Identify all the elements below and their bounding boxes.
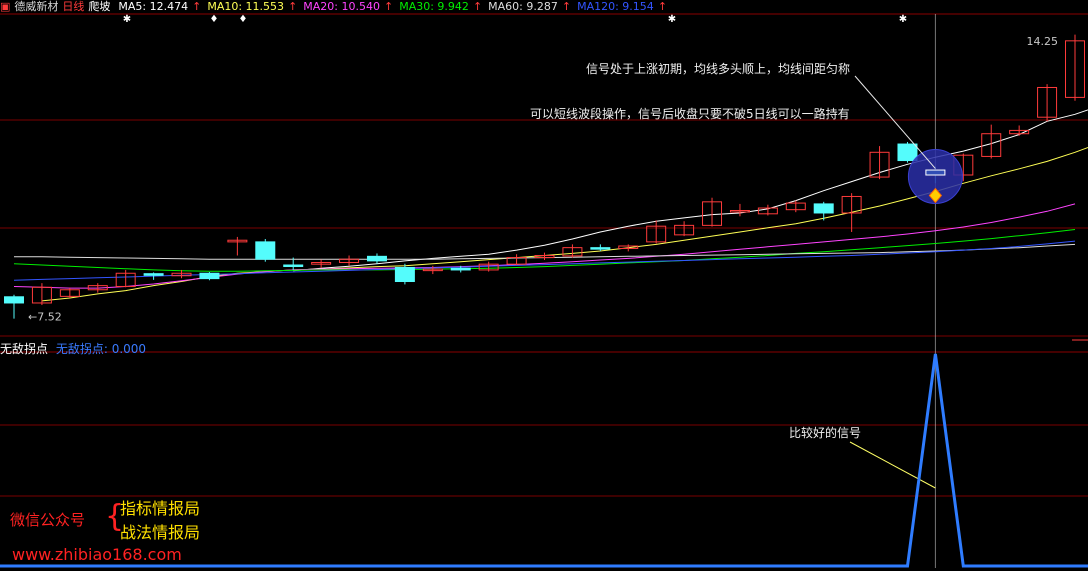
up-arrow-icon: ↑ bbox=[561, 0, 572, 13]
annotation-pointer bbox=[854, 75, 936, 169]
candle-body bbox=[255, 241, 276, 260]
sub-panel-name[interactable]: 无敌拐点 bbox=[0, 342, 48, 356]
ma-legend-item: MA5: 12.474 bbox=[118, 0, 189, 13]
candle-body bbox=[366, 255, 387, 262]
sub-panel-value: 无敌拐点: 0.000 bbox=[55, 342, 147, 356]
ma-legend-item: MA120: 9.154 bbox=[577, 0, 654, 13]
event-star-icon: ✱ bbox=[123, 14, 131, 25]
candle-body bbox=[450, 267, 471, 271]
annotation-hold: 可以短线波段操作，信号后收盘只要不破5日线可以一路持有 bbox=[530, 107, 850, 121]
ma-legend: MA5: 12.474 ↑ MA10: 11.553 ↑ MA20: 10.540 ↑ MA… bbox=[118, 0, 673, 13]
candle-body bbox=[143, 273, 164, 276]
event-star-icon: ♦ bbox=[239, 14, 248, 25]
event-star-icon: ✱ bbox=[668, 14, 676, 25]
y-min-label: ←7.52 bbox=[28, 311, 62, 324]
kline-chart: ✱ ♦ ♦ ✱ ✱ 14.25 ←7.52 bbox=[0, 13, 1088, 568]
ma-legend-item: MA60: 9.287 bbox=[488, 0, 558, 13]
candle-body bbox=[897, 143, 918, 162]
indicator-name[interactable]: 爬坡 bbox=[88, 0, 110, 13]
promo-account-1: 指标情报局 bbox=[120, 499, 201, 518]
promo-wechat-label: 微信公众号 bbox=[10, 511, 86, 529]
candle-body bbox=[813, 203, 834, 214]
up-arrow-icon: ↑ bbox=[472, 0, 483, 13]
candle-body bbox=[590, 247, 611, 250]
stock-icon: ▣ bbox=[0, 0, 11, 13]
period-label[interactable]: 日线 bbox=[62, 0, 84, 13]
up-arrow-icon: ↑ bbox=[384, 0, 394, 13]
ma-legend-item: MA10: 11.553 bbox=[207, 0, 285, 13]
sub-panel-header: 无敌拐点 无敌拐点: 0.000 bbox=[0, 340, 146, 357]
ma-line bbox=[13, 240, 1076, 281]
chart-header: ▣ 德威新材 日线 爬坡 MA5: 12.474 ↑ MA10: 11.553 ↑ MA20: … bbox=[0, 0, 677, 14]
candle-body bbox=[199, 272, 220, 280]
stock-name[interactable]: 德威新材 bbox=[14, 0, 58, 13]
candle-body bbox=[394, 266, 415, 283]
ma-legend-item: MA30: 9.942 bbox=[399, 0, 469, 13]
candle-body bbox=[4, 296, 24, 304]
ma-legend-item: MA20: 10.540 bbox=[303, 0, 380, 13]
up-arrow-icon: ↑ bbox=[192, 0, 202, 13]
y-max-label: 14.25 bbox=[1027, 35, 1059, 48]
up-arrow-icon: ↑ bbox=[288, 0, 298, 13]
promo-url[interactable]: www.zhibiao168.com bbox=[12, 545, 182, 564]
annotation-trend: 信号处于上涨初期，均线多头顺上，均线间距匀称 bbox=[586, 62, 851, 76]
event-star-icon: ♦ bbox=[210, 14, 219, 25]
promo-account-2: 战法情报局 bbox=[120, 523, 201, 542]
candle-body bbox=[283, 264, 304, 267]
up-arrow-icon: ↑ bbox=[657, 0, 668, 13]
event-star-icon: ✱ bbox=[899, 14, 907, 25]
annotation-signal: 比较好的信号 bbox=[789, 426, 862, 440]
